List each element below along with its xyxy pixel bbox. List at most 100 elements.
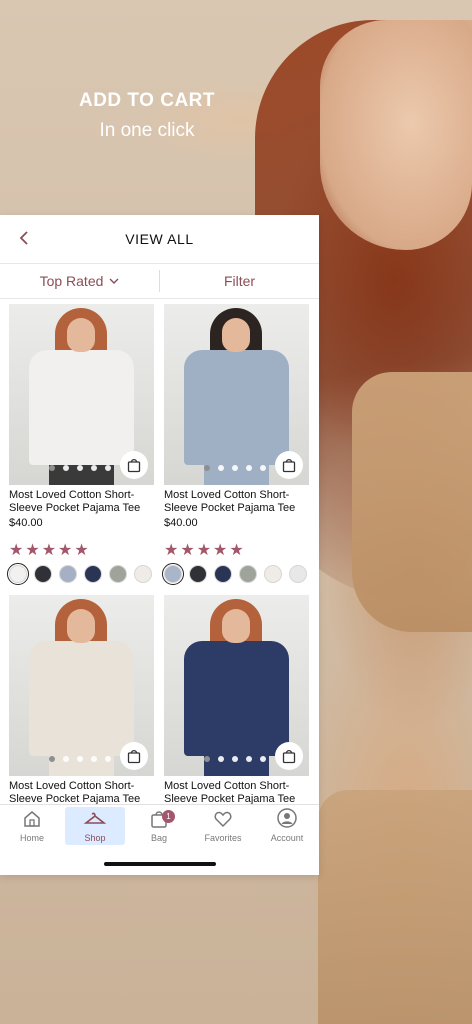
- model-head: [222, 609, 250, 643]
- color-swatch[interactable]: [214, 565, 232, 583]
- pagination-dot[interactable]: [105, 465, 111, 471]
- model-face: [320, 20, 472, 250]
- color-swatch[interactable]: [162, 563, 184, 585]
- color-swatch[interactable]: [59, 565, 77, 583]
- add-to-bag-button[interactable]: [275, 451, 303, 479]
- image-pagination[interactable]: [204, 465, 266, 471]
- color-swatch[interactable]: [289, 565, 307, 583]
- tee-shirt: [29, 641, 134, 756]
- pagination-dot[interactable]: [260, 465, 266, 471]
- product-name[interactable]: Most Loved Cotton Short-Sleeve Pocket Pa…: [9, 780, 154, 804]
- tab-shop[interactable]: Shop: [65, 807, 125, 845]
- star-icon: ★: [9, 542, 24, 559]
- color-swatch[interactable]: [84, 565, 102, 583]
- pagination-dot[interactable]: [105, 756, 111, 762]
- chevron-left-icon: [19, 231, 28, 245]
- pagination-dot[interactable]: [77, 756, 83, 762]
- product-card[interactable]: Most Loved Cotton Short-Sleeve Pocket Pa…: [7, 304, 154, 585]
- bag-icon: [127, 749, 141, 764]
- add-to-bag-button[interactable]: [275, 742, 303, 770]
- back-button[interactable]: [14, 227, 36, 249]
- add-to-bag-button[interactable]: [120, 451, 148, 479]
- tab-label: Favorites: [204, 833, 242, 843]
- product-card[interactable]: Most Loved Cotton Short-Sleeve Pocket Pa…: [164, 595, 309, 804]
- tee-shirt: [184, 641, 289, 756]
- pagination-dot[interactable]: [246, 756, 252, 762]
- product-card[interactable]: Most Loved Cotton Short-Sleeve Pocket Pa…: [9, 595, 154, 804]
- tee-shirt: [29, 350, 134, 465]
- tab-bag[interactable]: 1 Bag: [129, 807, 189, 845]
- star-icon: ★: [196, 542, 212, 559]
- pagination-dot[interactable]: [218, 465, 224, 471]
- product-grid: Most Loved Cotton Short-Sleeve Pocket Pa…: [0, 299, 319, 804]
- color-swatch[interactable]: [34, 565, 52, 583]
- rating-stars: ★ ★ ★ ★ ★: [164, 543, 309, 559]
- product-image[interactable]: [9, 304, 154, 485]
- tab-label: Bag: [150, 833, 167, 843]
- color-swatch[interactable]: [189, 565, 207, 583]
- pagination-dot[interactable]: [77, 465, 83, 471]
- pagination-dot[interactable]: [232, 465, 238, 471]
- add-to-bag-button[interactable]: [120, 742, 148, 770]
- pagination-dot[interactable]: [204, 465, 210, 471]
- pagination-dot[interactable]: [91, 756, 97, 762]
- heart-icon: [214, 811, 232, 828]
- tab-account[interactable]: Account: [257, 807, 317, 845]
- pagination-dot[interactable]: [91, 465, 97, 471]
- pagination-dot[interactable]: [232, 756, 238, 762]
- model-head: [222, 318, 250, 352]
- star-icon: ★: [180, 542, 195, 559]
- tab-home[interactable]: Home: [2, 807, 62, 845]
- model-bra: [352, 372, 472, 632]
- color-swatch[interactable]: [239, 565, 257, 583]
- image-pagination[interactable]: [49, 756, 111, 762]
- tee-shirt: [184, 350, 289, 465]
- app-screen: VIEW ALL Top Rated Filter Most Loved Cot…: [0, 215, 319, 875]
- image-pagination[interactable]: [49, 465, 111, 471]
- color-swatch[interactable]: [7, 563, 29, 585]
- tab-label: Shop: [84, 833, 106, 843]
- bag-icon: [127, 458, 141, 473]
- product-name[interactable]: Most Loved Cotton Short-Sleeve Pocket Pa…: [164, 780, 309, 804]
- promo-text: ADD TO CART In one click: [0, 90, 294, 142]
- tab-favorites[interactable]: Favorites: [193, 807, 253, 845]
- account-icon: [277, 808, 297, 828]
- pagination-dot[interactable]: [260, 756, 266, 762]
- home-indicator[interactable]: [104, 862, 216, 866]
- sort-filter-bar: Top Rated Filter: [0, 263, 319, 299]
- product-card[interactable]: Most Loved Cotton Short-Sleeve Pocket Pa…: [162, 304, 309, 585]
- star-icon: ★: [58, 542, 73, 559]
- star-icon: ★: [164, 542, 179, 559]
- product-image[interactable]: [164, 304, 309, 485]
- pagination-dot[interactable]: [218, 756, 224, 762]
- model-head: [67, 609, 95, 643]
- page-title: VIEW ALL: [125, 231, 194, 247]
- color-swatch[interactable]: [134, 565, 152, 583]
- image-pagination[interactable]: [204, 756, 266, 762]
- product-name[interactable]: Most Loved Cotton Short-Sleeve Pocket Pa…: [9, 489, 154, 515]
- star-icon: ★: [229, 542, 244, 559]
- pagination-dot[interactable]: [246, 465, 252, 471]
- product-image[interactable]: [9, 595, 154, 776]
- filter-button[interactable]: Filter: [160, 264, 319, 298]
- product-image[interactable]: [164, 595, 309, 776]
- model-head: [67, 318, 95, 352]
- pagination-dot[interactable]: [204, 756, 210, 762]
- color-swatches: [162, 563, 309, 585]
- pagination-dot[interactable]: [63, 756, 69, 762]
- product-name[interactable]: Most Loved Cotton Short-Sleeve Pocket Pa…: [164, 489, 309, 515]
- bag-count-badge: 1: [162, 810, 175, 823]
- model-underwear: [318, 790, 472, 1024]
- sort-dropdown[interactable]: Top Rated: [0, 264, 159, 298]
- pagination-dot[interactable]: [49, 756, 55, 762]
- home-icon: [24, 811, 40, 827]
- color-swatch[interactable]: [109, 565, 127, 583]
- bag-icon: [282, 749, 296, 764]
- top-bar: VIEW ALL: [0, 215, 319, 263]
- color-swatches: [7, 563, 154, 585]
- color-swatch[interactable]: [264, 565, 282, 583]
- tab-label: Home: [19, 833, 44, 843]
- hanger-icon: [83, 812, 107, 824]
- pagination-dot[interactable]: [49, 465, 55, 471]
- pagination-dot[interactable]: [63, 465, 69, 471]
